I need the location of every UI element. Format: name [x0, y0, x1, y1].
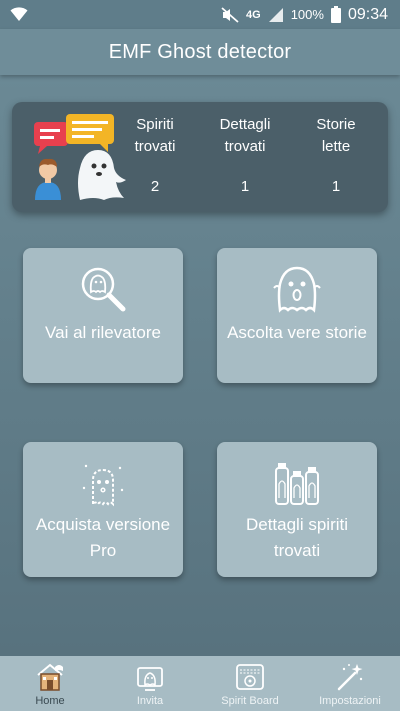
app-title: EMF Ghost detector	[108, 40, 292, 63]
battery-icon	[330, 6, 341, 23]
nav-item-home[interactable]: Home	[0, 656, 100, 711]
status-bar: 4G 100% 09:34	[0, 0, 400, 29]
tile-label: Dettagli spiriti trovati	[245, 515, 349, 560]
stat-value: 1	[331, 178, 341, 195]
nav-item-invite[interactable]: Invita	[100, 656, 200, 711]
scared-ghost-icon	[273, 266, 321, 313]
stat-details-found: Dettagli trovati 1	[210, 114, 280, 195]
ghost-icon	[82, 464, 124, 508]
ghost-jars-icon	[275, 463, 319, 505]
spirit-board-icon	[236, 664, 264, 690]
battery-percent: 100%	[290, 7, 324, 22]
app-bar: EMF Ghost detector	[0, 29, 400, 75]
stat-spirits-found: Spiriti trovati 2	[120, 114, 190, 195]
clock: 09:34	[347, 5, 388, 23]
tile-label: Ascolta vere storie	[227, 323, 367, 342]
nav-label: Invita	[136, 695, 164, 707]
bottom-nav: Home Invita Spirit Board Impostazioni	[0, 656, 400, 711]
stat-label: Storie lette	[316, 116, 356, 155]
nav-item-spirit-board[interactable]: Spirit Board	[200, 656, 300, 711]
stat-value: 2	[150, 178, 160, 195]
signal-icon	[268, 7, 283, 22]
nav-label: Impostazioni	[319, 695, 381, 707]
stat-label: Dettagli trovati	[219, 116, 271, 155]
nav-item-settings[interactable]: Impostazioni	[300, 656, 400, 711]
invite-ghost-icon	[137, 667, 163, 691]
stat-value: 1	[240, 178, 250, 195]
tile-label: Acquista versione Pro	[35, 515, 171, 560]
buy-pro-button[interactable]: Acquista versione Pro	[23, 442, 183, 577]
magnifier-ghost-icon	[81, 267, 126, 312]
network-type: 4G	[246, 8, 261, 21]
spirit-details-button[interactable]: Dettagli spiriti trovati	[217, 442, 377, 577]
stat-stories-read: Storie lette 1	[301, 114, 371, 195]
go-to-detector-button[interactable]: Vai al rilevatore	[23, 248, 183, 383]
listen-stories-button[interactable]: Ascolta vere storie	[217, 248, 377, 383]
magic-wand-icon	[337, 664, 363, 691]
mute-icon	[221, 6, 239, 23]
tile-label: Vai al rilevatore	[45, 323, 161, 342]
house-icon	[37, 663, 63, 691]
nav-label: Home	[35, 695, 65, 707]
nav-label: Spirit Board	[221, 695, 279, 707]
stats-card: Spiriti trovati 2 Dettagli trovati 1 Sto…	[12, 102, 388, 212]
wifi-icon	[10, 7, 28, 21]
stat-label: Spiriti trovati	[134, 116, 176, 155]
